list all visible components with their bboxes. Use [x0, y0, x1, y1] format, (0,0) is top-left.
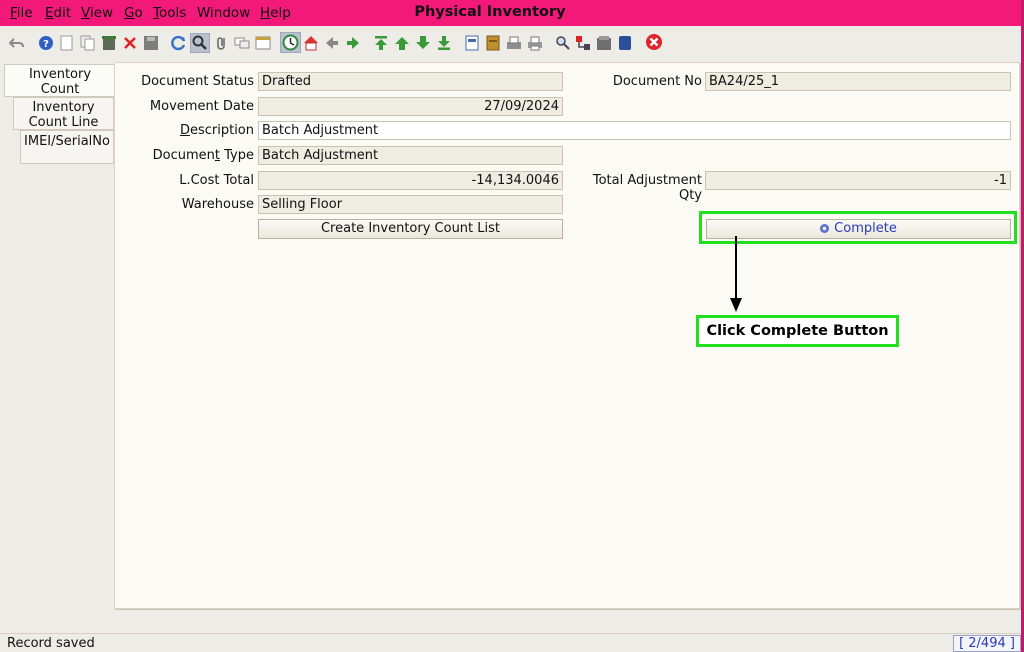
- save-icon[interactable]: [143, 35, 159, 51]
- grid-toggle-icon[interactable]: [255, 35, 271, 51]
- tab-label-line2: Count: [40, 82, 80, 97]
- svg-text:?: ?: [43, 39, 49, 50]
- annotation-arrow: [730, 236, 742, 312]
- warehouse-field: Selling Floor: [258, 195, 563, 214]
- lcost-total-label: L.Cost Total: [179, 173, 254, 188]
- close-window-icon[interactable]: [645, 33, 663, 51]
- menu-file[interactable]: File: [10, 5, 33, 21]
- status-message: Record saved: [7, 636, 95, 651]
- back-icon[interactable]: [324, 35, 340, 51]
- tab-label-line2: Count Line: [28, 115, 99, 130]
- print-icon[interactable]: [527, 35, 543, 51]
- toolbar: ?: [0, 26, 1021, 60]
- find-icon[interactable]: [190, 33, 210, 53]
- tab-label-line1: Inventory: [32, 100, 95, 115]
- previous-record-icon[interactable]: [394, 35, 410, 51]
- workflow-icon[interactable]: [575, 35, 591, 51]
- new-icon[interactable]: [59, 35, 75, 51]
- description-label: Description: [179, 123, 254, 138]
- menu-help[interactable]: Help: [260, 5, 291, 21]
- record-counter[interactable]: [ 2/494 ]: [953, 635, 1021, 652]
- document-type-label: Document Type: [152, 148, 254, 163]
- print-preview-icon[interactable]: [506, 35, 522, 51]
- home-icon[interactable]: [303, 35, 319, 51]
- copy-icon[interactable]: [80, 35, 96, 51]
- annotation-callout: Click Complete Button: [696, 315, 899, 347]
- document-status-field: Drafted: [258, 72, 563, 91]
- archive-icon[interactable]: [485, 35, 501, 51]
- report-icon[interactable]: [464, 35, 480, 51]
- lcost-total-field: -14,134.0046: [258, 171, 563, 190]
- total-adjustment-qty-label: Total Adjustment Qty: [592, 173, 702, 203]
- total-adjustment-qty-field: -1: [705, 171, 1011, 190]
- title-menu-bar: Physical Inventory File Edit View Go Too…: [0, 0, 1024, 26]
- menu-tools[interactable]: Tools: [153, 5, 186, 21]
- movement-date-label: Movement Date: [149, 99, 254, 114]
- menu-view[interactable]: View: [81, 5, 113, 21]
- last-record-icon[interactable]: [436, 35, 452, 51]
- menu-go[interactable]: Go: [124, 5, 143, 21]
- status-bar: Record saved [ 2/494 ]: [0, 633, 1021, 652]
- complete-button-label: Complete: [834, 221, 897, 236]
- tab-inventory-count-line[interactable]: Inventory Count Line: [13, 97, 114, 130]
- create-inventory-count-list-button[interactable]: Create Inventory Count List: [258, 219, 563, 239]
- process-gear-icon: [820, 224, 830, 233]
- document-status-label: Document Status: [141, 74, 254, 89]
- complete-button[interactable]: Complete: [706, 219, 1011, 239]
- document-no-field: BA24/25_1: [705, 72, 1011, 91]
- product-info-icon[interactable]: [617, 35, 633, 51]
- forward-icon[interactable]: [345, 35, 361, 51]
- undo-icon[interactable]: [9, 35, 25, 51]
- help-icon[interactable]: ?: [38, 35, 54, 51]
- delete-icon[interactable]: [122, 35, 138, 51]
- window-title: Physical Inventory: [414, 4, 566, 20]
- tab-label-line1: Inventory: [28, 67, 92, 82]
- chat-icon[interactable]: [234, 35, 250, 51]
- tab-inventory-count[interactable]: Inventory Count: [4, 64, 115, 97]
- request-icon[interactable]: [596, 35, 612, 51]
- menu-edit[interactable]: Edit: [45, 5, 71, 21]
- history-icon[interactable]: [280, 32, 301, 53]
- tab-label-line1: IMEI/SerialNo: [24, 134, 110, 149]
- first-record-icon[interactable]: [373, 35, 389, 51]
- next-record-icon[interactable]: [415, 35, 431, 51]
- refresh-icon[interactable]: [171, 35, 187, 51]
- delete-record-icon[interactable]: [101, 35, 117, 51]
- document-no-label: Document No: [612, 74, 702, 89]
- warehouse-label: Warehouse: [181, 197, 254, 212]
- zoom-across-icon[interactable]: [555, 35, 571, 51]
- menu-window[interactable]: Window: [197, 5, 250, 21]
- tab-imei-serialno[interactable]: IMEI/SerialNo: [20, 130, 114, 164]
- document-type-field: Batch Adjustment: [258, 146, 563, 165]
- attachment-icon[interactable]: [214, 35, 230, 51]
- movement-date-field[interactable]: 27/09/2024: [258, 97, 563, 116]
- description-field[interactable]: Batch Adjustment: [258, 121, 1011, 140]
